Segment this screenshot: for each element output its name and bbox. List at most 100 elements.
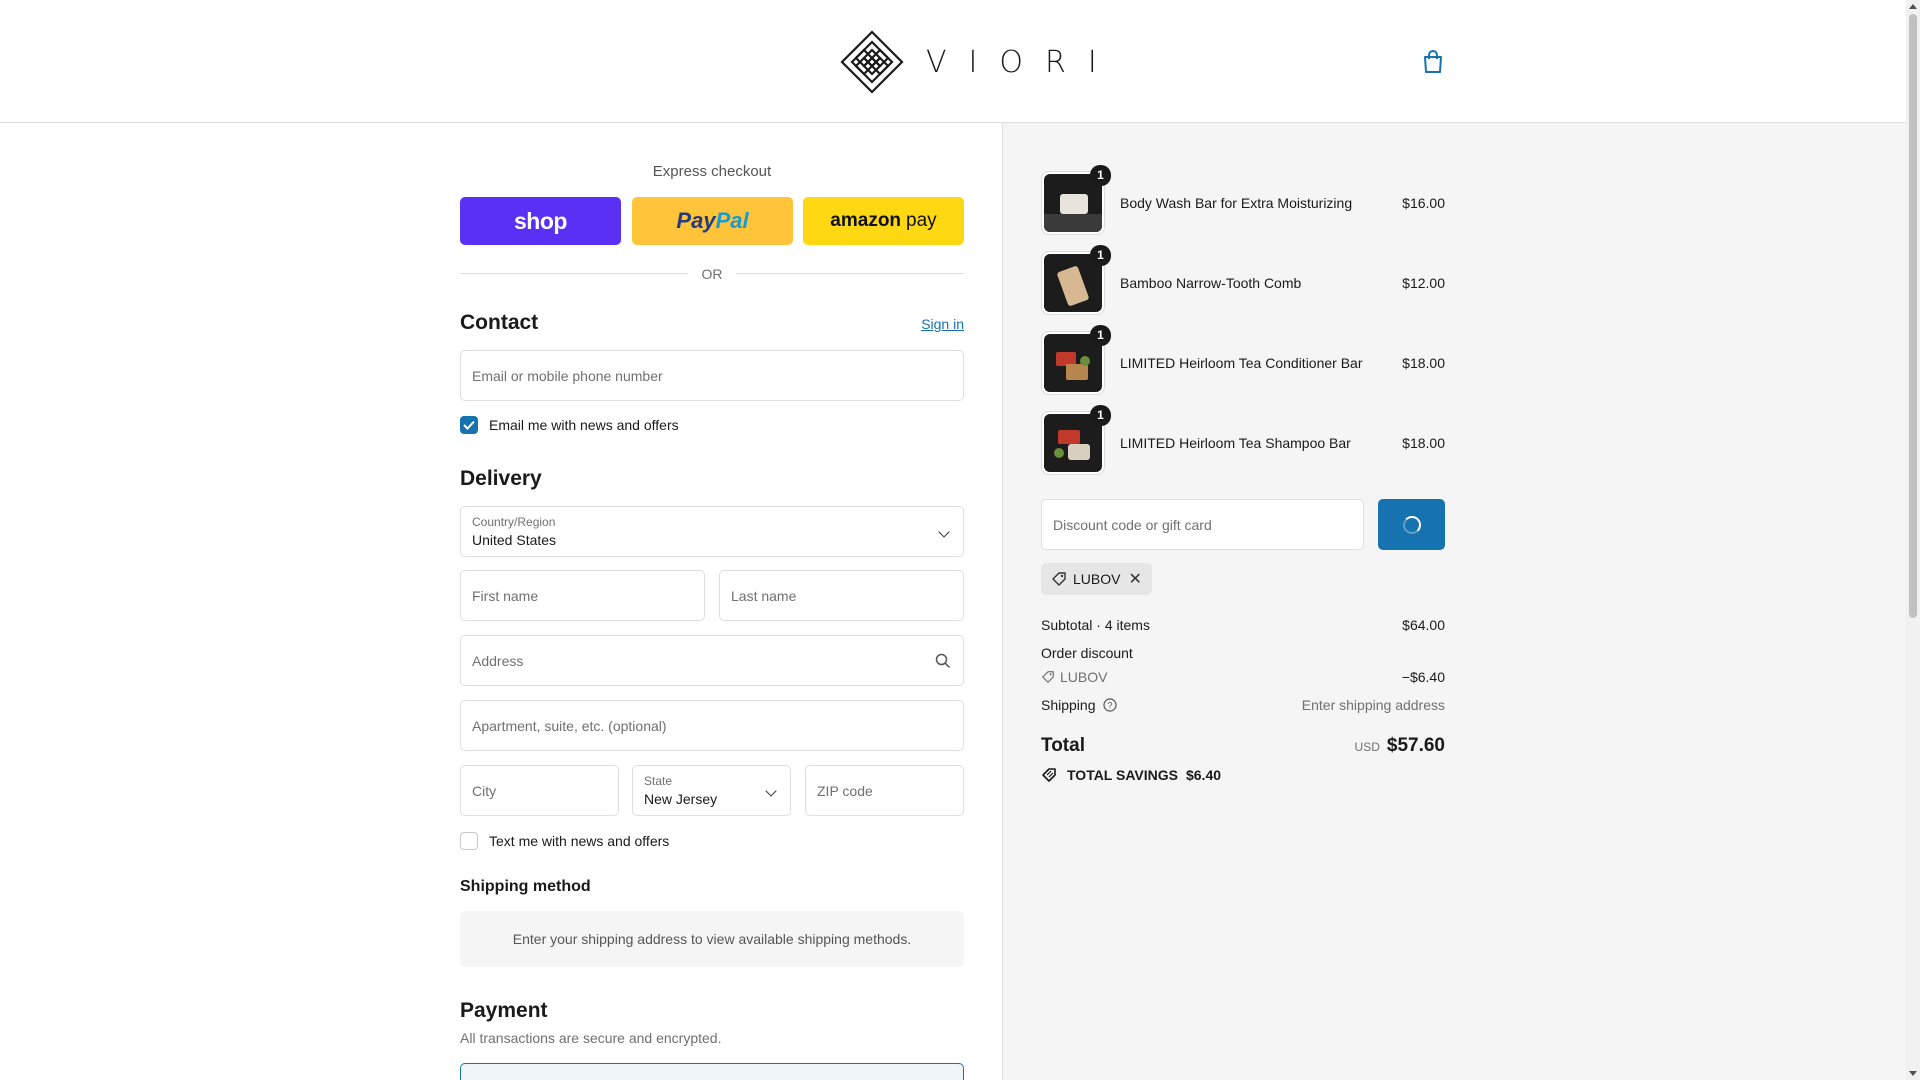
address-field[interactable]: Address bbox=[460, 635, 964, 686]
apartment-placeholder: Apartment, suite, etc. (optional) bbox=[472, 718, 667, 734]
discount-code-row: LUBOV −$6.40 bbox=[1041, 669, 1445, 685]
paypal-label-pal: Pal bbox=[715, 208, 749, 233]
payment-method-option[interactable] bbox=[460, 1063, 964, 1080]
tag-icon bbox=[1042, 671, 1054, 683]
email-news-checkbox[interactable] bbox=[460, 416, 478, 434]
subtotal-row: Subtotal · 4 items $64.00 bbox=[1041, 617, 1445, 633]
search-icon bbox=[935, 653, 951, 669]
shipping-method-notice: Enter your shipping address to view avai… bbox=[460, 911, 964, 967]
scroll-down-arrow-icon[interactable] bbox=[1909, 1071, 1917, 1076]
discount-placeholder: Discount code or gift card bbox=[1053, 517, 1212, 533]
quantity-badge: 1 bbox=[1090, 245, 1111, 266]
country-value: United States bbox=[472, 532, 557, 548]
order-discount-row: Order discount bbox=[1041, 645, 1445, 661]
discount-code-label: LUBOV bbox=[1060, 669, 1108, 685]
item-name: LIMITED Heirloom Tea Conditioner Bar bbox=[1120, 355, 1363, 371]
email-placeholder: Email or mobile phone number bbox=[472, 368, 663, 384]
page-scrollbar[interactable] bbox=[1906, 0, 1920, 1080]
page-header: VIORI bbox=[0, 0, 1906, 123]
subtotal-value: $64.00 bbox=[1402, 617, 1445, 633]
chevron-down-icon bbox=[938, 526, 950, 538]
shopping-bag-icon[interactable] bbox=[1422, 50, 1444, 74]
first-name-placeholder: First name bbox=[472, 588, 539, 604]
tag-icon bbox=[1052, 572, 1066, 586]
state-value: New Jersey bbox=[644, 791, 718, 807]
total-value: $57.60 bbox=[1386, 735, 1445, 756]
text-news-label: Text me with news and offers bbox=[489, 833, 670, 849]
currency-code: USD bbox=[1354, 740, 1380, 754]
discount-code-input[interactable]: Discount code or gift card bbox=[1041, 499, 1364, 550]
savings-tag-icon bbox=[1042, 768, 1056, 782]
paypal-button[interactable]: Pay Pal bbox=[632, 197, 793, 245]
logo-diamond-icon bbox=[840, 30, 904, 94]
delivery-heading: Delivery bbox=[460, 467, 542, 490]
applied-code-label: LUBOV bbox=[1073, 571, 1121, 587]
scroll-up-arrow-icon[interactable] bbox=[1909, 4, 1917, 9]
express-checkout-title: Express checkout bbox=[652, 163, 772, 180]
email-news-label: Email me with news and offers bbox=[489, 417, 679, 433]
list-item: 1 LIMITED Heirloom Tea Shampoo Bar $18.0… bbox=[1041, 405, 1445, 475]
amazon-pay-button[interactable]: amazon pay bbox=[803, 197, 964, 245]
quantity-badge: 1 bbox=[1090, 405, 1111, 426]
last-name-placeholder: Last name bbox=[731, 588, 797, 604]
zip-field[interactable]: ZIP code bbox=[805, 765, 964, 816]
quantity-badge: 1 bbox=[1090, 165, 1111, 186]
checkmark-icon bbox=[463, 420, 475, 430]
total-row: Total USD $57.60 bbox=[1041, 735, 1445, 757]
sign-in-link[interactable]: Sign in bbox=[921, 316, 964, 332]
apply-discount-button[interactable] bbox=[1378, 499, 1445, 550]
state-select[interactable]: State New Jersey bbox=[632, 765, 791, 816]
savings-value: $6.40 bbox=[1185, 767, 1222, 783]
shipping-method-heading: Shipping method bbox=[460, 878, 591, 895]
brand-logo[interactable]: VIORI bbox=[840, 30, 1119, 94]
email-news-checkbox-row[interactable]: Email me with news and offers bbox=[460, 416, 679, 434]
shipping-value: Enter shipping address bbox=[1301, 697, 1445, 713]
brand-name: VIORI bbox=[926, 44, 1119, 80]
payment-subtitle: All transactions are secure and encrypte… bbox=[460, 1030, 722, 1046]
shop-pay-button[interactable]: shop bbox=[460, 197, 621, 245]
svg-text:?: ? bbox=[1107, 701, 1112, 711]
or-divider: OR bbox=[460, 264, 964, 284]
remove-discount-icon[interactable]: ✕ bbox=[1128, 569, 1141, 589]
savings-label: TOTAL SAVINGS bbox=[1067, 767, 1178, 783]
contact-heading: Contact bbox=[460, 311, 539, 334]
shipping-row: Shipping ? Enter shipping address bbox=[1041, 697, 1445, 713]
city-placeholder: City bbox=[472, 783, 497, 799]
shipping-method-message: Enter your shipping address to view avai… bbox=[512, 931, 912, 947]
shipping-label: Shipping bbox=[1041, 697, 1096, 713]
total-label: Total bbox=[1041, 735, 1085, 756]
paypal-label-pay: Pay bbox=[676, 208, 716, 233]
text-news-checkbox-row[interactable]: Text me with news and offers bbox=[460, 832, 669, 850]
scroll-thumb[interactable] bbox=[1909, 14, 1917, 618]
chevron-down-icon bbox=[765, 785, 777, 797]
quantity-badge: 1 bbox=[1090, 325, 1111, 346]
amazon-label: amazon bbox=[830, 210, 902, 231]
city-field[interactable]: City bbox=[460, 765, 619, 816]
email-field[interactable]: Email or mobile phone number bbox=[460, 350, 964, 401]
item-price: $12.00 bbox=[1402, 275, 1445, 291]
order-discount-label: Order discount bbox=[1041, 645, 1133, 661]
last-name-field[interactable]: Last name bbox=[719, 570, 964, 621]
item-name: LIMITED Heirloom Tea Shampoo Bar bbox=[1120, 435, 1351, 451]
country-label: Country/Region bbox=[472, 515, 556, 529]
text-news-checkbox[interactable] bbox=[460, 832, 478, 850]
list-item: 1 Body Wash Bar for Extra Moisturizing $… bbox=[1041, 165, 1445, 235]
country-select[interactable]: Country/Region United States bbox=[460, 506, 964, 557]
item-name: Bamboo Narrow-Tooth Comb bbox=[1120, 275, 1302, 291]
item-price: $18.00 bbox=[1402, 435, 1445, 451]
state-label: State bbox=[644, 774, 673, 788]
zip-placeholder: ZIP code bbox=[817, 783, 873, 799]
apartment-field[interactable]: Apartment, suite, etc. (optional) bbox=[460, 700, 964, 751]
shop-pay-label: shop bbox=[514, 207, 567, 234]
amazon-pay-label: pay bbox=[906, 210, 937, 231]
applied-discount-chip: LUBOV ✕ bbox=[1041, 563, 1152, 595]
list-item: 1 Bamboo Narrow-Tooth Comb $12.00 bbox=[1041, 245, 1445, 315]
help-icon[interactable]: ? bbox=[1102, 698, 1117, 712]
or-label: OR bbox=[701, 266, 723, 282]
subtotal-label: Subtotal · 4 items bbox=[1041, 617, 1150, 633]
item-price: $18.00 bbox=[1402, 355, 1445, 371]
address-placeholder: Address bbox=[472, 653, 524, 669]
item-name: Body Wash Bar for Extra Moisturizing bbox=[1120, 195, 1353, 211]
total-savings: TOTAL SAVINGS $6.40 bbox=[1041, 767, 1221, 783]
first-name-field[interactable]: First name bbox=[460, 570, 705, 621]
